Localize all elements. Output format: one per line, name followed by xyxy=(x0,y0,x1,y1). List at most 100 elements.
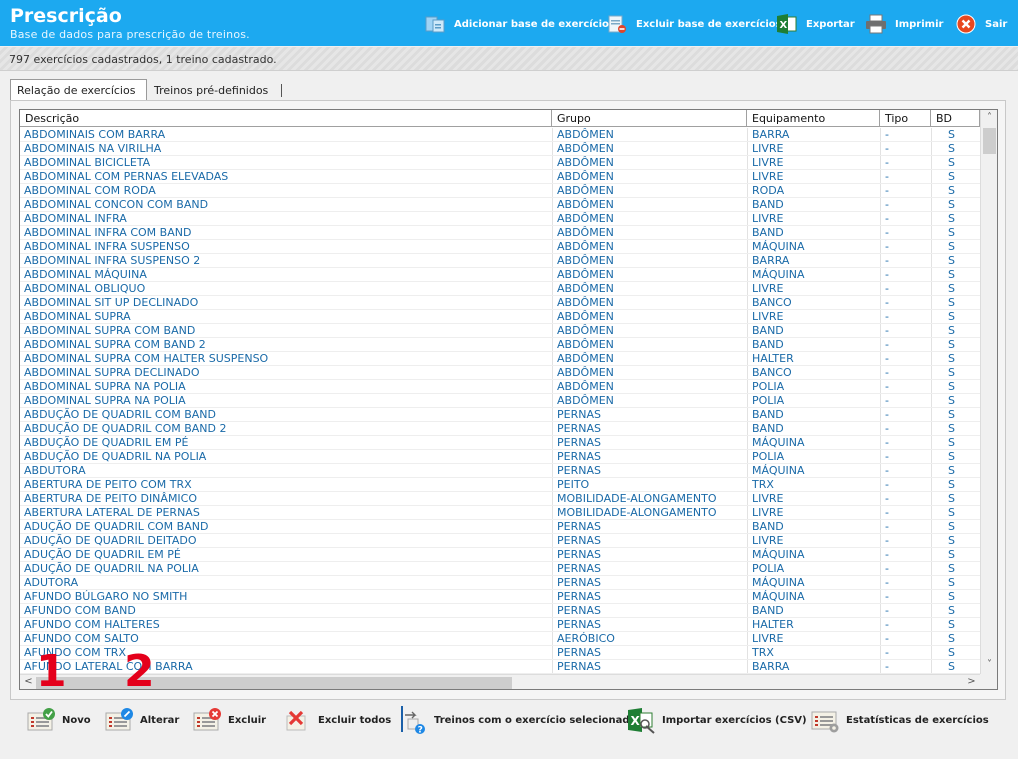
cell-type: - xyxy=(885,534,889,547)
scroll-down-arrow-icon[interactable]: ˅ xyxy=(981,659,997,670)
table-row[interactable]: ABDOMINAL OBLIQUO ABDÔMEN LIVRE - S xyxy=(20,282,980,296)
table-row[interactable]: AFUNDO COM BAND PERNAS BAND - S xyxy=(20,604,980,618)
table-row[interactable]: ABDOMINAIS COM BARRA ABDÔMEN BARRA - S xyxy=(20,128,980,142)
horizontal-scroll-thumb[interactable] xyxy=(36,677,512,689)
cell-equipment: LIVRE xyxy=(752,632,784,645)
table-row[interactable]: ADUTORA PERNAS MÁQUINA - S xyxy=(20,576,980,590)
table-row[interactable]: ABDUTORA PERNAS MÁQUINA - S xyxy=(20,464,980,478)
table-row[interactable]: ABDOMINAL INFRA ABDÔMEN LIVRE - S xyxy=(20,212,980,226)
table-row[interactable]: AFUNDO COM HALTERES PERNAS HALTER - S xyxy=(20,618,980,632)
table-row[interactable]: AFUNDO COM SALTO AERÓBICO LIVRE - S xyxy=(20,632,980,646)
scroll-left-arrow-icon[interactable]: < xyxy=(20,676,37,687)
workouts-with-selected-label: Treinos com o exercício selecionado xyxy=(434,714,637,726)
cell-description: ABDOMINAL SUPRA COM BAND xyxy=(24,324,196,337)
delete-button[interactable]: Excluir xyxy=(192,704,266,736)
table-row[interactable]: ABDOMINAL SUPRA COM BAND ABDÔMEN BAND - S xyxy=(20,324,980,338)
scroll-right-arrow-icon[interactable]: > xyxy=(963,676,980,687)
column-header-type[interactable]: Tipo xyxy=(880,110,931,127)
table-row[interactable]: ABDOMINAL SUPRA NA POLIA ABDÔMEN POLIA - S xyxy=(20,380,980,394)
table-row[interactable]: ABDOMINAL SUPRA NA POLIA ABDÔMEN POLIA - S xyxy=(20,394,980,408)
cell-description: AFUNDO COM BAND xyxy=(24,604,136,617)
table-row[interactable]: ABDOMINAL MÁQUINA ABDÔMEN MÁQUINA - S xyxy=(20,268,980,282)
cell-type: - xyxy=(885,338,889,351)
table-row[interactable]: ABDOMINAL SIT UP DECLINADO ABDÔMEN BANCO - S xyxy=(20,296,980,310)
table-row[interactable]: ADUÇÃO DE QUADRIL DEITADO PERNAS LIVRE - S xyxy=(20,534,980,548)
cell-type: - xyxy=(885,240,889,253)
table-row[interactable]: ABDOMINAL INFRA SUSPENSO 2 ABDÔMEN BARRA - S xyxy=(20,254,980,268)
table-row[interactable]: ABDOMINAIS NA VIRILHA ABDÔMEN LIVRE - S xyxy=(20,142,980,156)
cell-group: ABDÔMEN xyxy=(557,296,614,309)
cell-description: AFUNDO BÚLGARO NO SMITH xyxy=(24,590,188,603)
delete-all-button[interactable]: Excluir todos xyxy=(282,704,391,736)
cell-description: ABDOMINAL INFRA COM BAND xyxy=(24,226,192,239)
cell-group: MOBILIDADE-ALONGAMENTO xyxy=(557,492,717,505)
table-row[interactable]: ABDOMINAL CONCON COM BAND ABDÔMEN BAND - S xyxy=(20,198,980,212)
column-header-equipment[interactable]: Equipamento xyxy=(747,110,880,127)
export-button[interactable]: X Exportar xyxy=(776,12,855,36)
column-header-description[interactable]: Descrição xyxy=(20,110,552,127)
column-header-group[interactable]: Grupo xyxy=(552,110,747,127)
cell-group: ABDÔMEN xyxy=(557,268,614,281)
table-row[interactable]: ADUÇÃO DE QUADRIL COM BAND PERNAS BAND - S xyxy=(20,520,980,534)
cell-group: ABDÔMEN xyxy=(557,394,614,407)
cell-equipment: MÁQUINA xyxy=(752,464,805,477)
table-row[interactable]: ABDOMINAL SUPRA COM HALTER SUSPENSO ABDÔM… xyxy=(20,352,980,366)
vertical-scroll-thumb[interactable] xyxy=(983,128,996,154)
cell-group: ABDÔMEN xyxy=(557,310,614,323)
print-button[interactable]: Imprimir xyxy=(865,12,943,36)
edit-button[interactable]: Alterar xyxy=(104,704,179,736)
cell-equipment: LIVRE xyxy=(752,212,784,225)
cell-description: ABDOMINAL INFRA SUSPENSO 2 xyxy=(24,254,201,267)
table-row[interactable]: AFUNDO COM TRX PERNAS TRX - S xyxy=(20,646,980,660)
exercise-grid[interactable]: Descrição Grupo Equipamento Tipo BD ABDO… xyxy=(19,109,998,690)
cell-equipment: BARRA xyxy=(752,128,790,141)
new-button[interactable]: Novo xyxy=(26,704,91,736)
table-row[interactable]: ADUÇÃO DE QUADRIL EM PÉ PERNAS MÁQUINA - S xyxy=(20,548,980,562)
cell-bd: S xyxy=(948,506,955,519)
table-row[interactable]: AFUNDO BÚLGARO NO SMITH PERNAS MÁQUINA - S xyxy=(20,590,980,604)
remove-exercise-base-button[interactable]: Excluir base de exercícios xyxy=(606,12,782,36)
cell-bd: S xyxy=(948,212,955,225)
table-row[interactable]: ABERTURA LATERAL DE PERNAS MOBILIDADE-ALO… xyxy=(20,506,980,520)
exit-button[interactable]: Sair xyxy=(955,12,1007,36)
table-row[interactable]: ABDUÇÃO DE QUADRIL NA POLIA PERNAS POLIA - S xyxy=(20,450,980,464)
new-label: Novo xyxy=(62,714,91,726)
table-row[interactable]: ADUÇÃO DE QUADRIL NA POLIA PERNAS POLIA - S xyxy=(20,562,980,576)
table-row[interactable]: ABDOMINAL COM PERNAS ELEVADAS ABDÔMEN LIVR… xyxy=(20,170,980,184)
add-exercise-base-button[interactable]: Adicionar base de exercícios xyxy=(424,12,615,36)
import-csv-button[interactable]: X Importar exercícios (CSV) xyxy=(626,704,807,736)
cell-group: ABDÔMEN xyxy=(557,212,614,225)
table-row[interactable]: ABDOMINAL SUPRA COM BAND 2 ABDÔMEN BAND - S xyxy=(20,338,980,352)
scroll-up-arrow-icon[interactable]: ˄ xyxy=(981,112,997,123)
cell-type: - xyxy=(885,632,889,645)
status-bar: 797 exercícios cadastrados, 1 treino cad… xyxy=(0,47,1018,71)
cell-type: - xyxy=(885,646,889,659)
table-row[interactable]: ABDOMINAL INFRA COM BAND ABDÔMEN BAND - S xyxy=(20,226,980,240)
cell-bd: S xyxy=(948,156,955,169)
cell-equipment: BARRA xyxy=(752,254,790,267)
table-row[interactable]: ABDOMINAL COM RODA ABDÔMEN RODA - S xyxy=(20,184,980,198)
table-row[interactable]: ABDOMINAL SUPRA ABDÔMEN LIVRE - S xyxy=(20,310,980,324)
table-row[interactable]: ABDOMINAL INFRA SUSPENSO ABDÔMEN MÁQUINA - S xyxy=(20,240,980,254)
table-row[interactable]: ABDUÇÃO DE QUADRIL EM PÉ PERNAS MÁQUINA - S xyxy=(20,436,980,450)
workouts-with-selected-button[interactable]: ? Treinos com o exercício selecionado xyxy=(398,704,636,736)
add-database-icon xyxy=(424,13,446,35)
tab-exercise-list[interactable]: Relação de exercícios xyxy=(10,79,147,100)
horizontal-scrollbar[interactable]: < > xyxy=(20,674,980,689)
vertical-scrollbar[interactable]: ˄ ˅ xyxy=(980,110,997,674)
table-row[interactable]: ABDUÇÃO DE QUADRIL COM BAND 2 PERNAS BAND -… xyxy=(20,422,980,436)
table-row[interactable]: ABDOMINAL BICICLETA ABDÔMEN LIVRE - S xyxy=(20,156,980,170)
cell-description: ABERTURA DE PEITO COM TRX xyxy=(24,478,192,491)
cell-type: - xyxy=(885,212,889,225)
tab-predefined-workouts[interactable]: Treinos pré-definidos xyxy=(148,80,282,100)
table-row[interactable]: ABDUÇÃO DE QUADRIL COM BAND PERNAS BAND - S xyxy=(20,408,980,422)
exercise-stats-button[interactable]: Estatísticas de exercícios xyxy=(810,704,989,736)
cell-group: ABDÔMEN xyxy=(557,170,614,183)
cell-equipment: LIVRE xyxy=(752,156,784,169)
table-row[interactable]: ABERTURA DE PEITO COM TRX PEITO TRX - S xyxy=(20,478,980,492)
grid-rows: ABDOMINAIS COM BARRA ABDÔMEN BARRA - S ABDOMI… xyxy=(20,128,980,674)
table-row[interactable]: ABERTURA DE PEITO DINÂMICO MOBILIDADE-ALO… xyxy=(20,492,980,506)
table-row[interactable]: ABDOMINAL SUPRA DECLINADO ABDÔMEN BANCO - S xyxy=(20,366,980,380)
column-header-bd[interactable]: BD xyxy=(931,110,980,127)
table-row[interactable]: AFUNDO LATERAL COM BARRA PERNAS BARRA - S xyxy=(20,660,980,674)
